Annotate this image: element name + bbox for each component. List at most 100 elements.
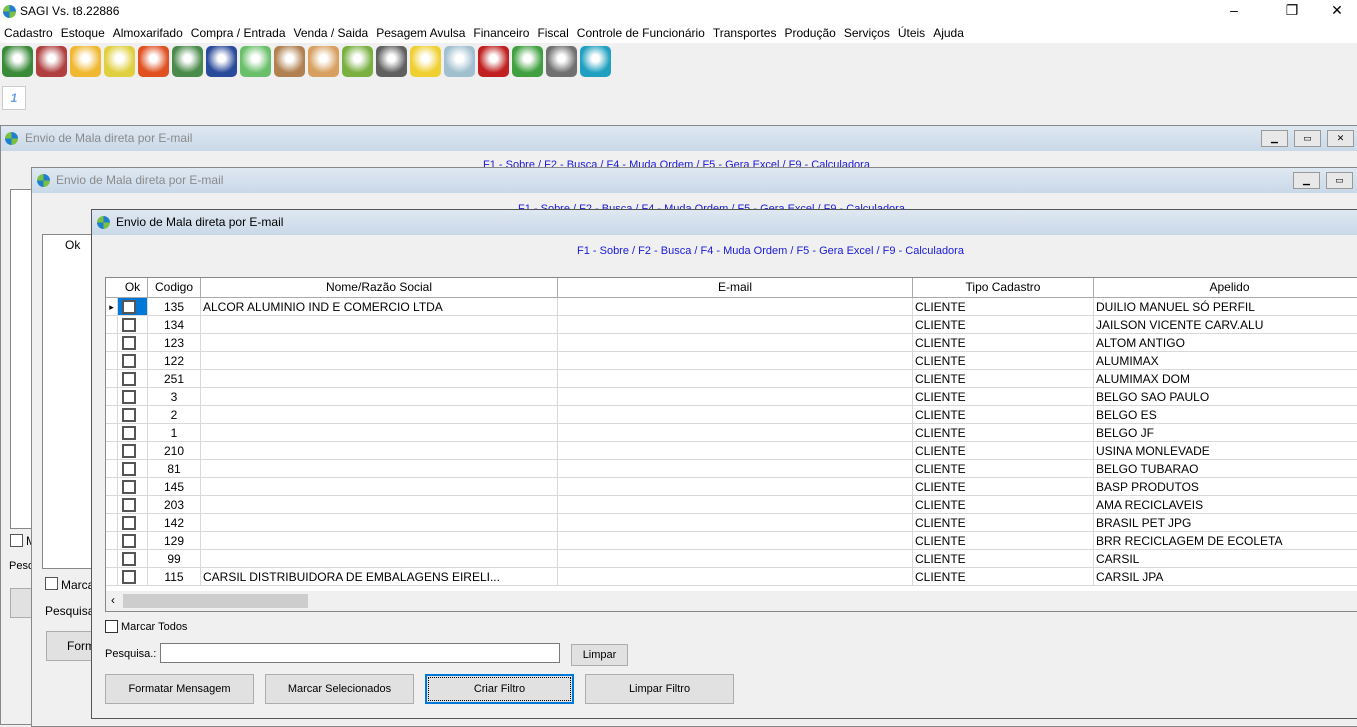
table-row[interactable]: 203 CLIENTE AMA RECICLAVEIS	[106, 496, 1357, 514]
client-icon[interactable]	[2, 46, 33, 77]
table-row[interactable]: 99 CLIENTE CARSIL	[106, 550, 1357, 568]
formatar-button[interactable]: Form	[46, 631, 96, 661]
menu-item[interactable]: Controle de Funcionário	[573, 24, 709, 43]
ok-cell[interactable]	[118, 298, 148, 316]
column-header[interactable]: Nome/Razão Social	[201, 278, 558, 298]
pesquisa-input[interactable]	[160, 643, 560, 663]
table-row[interactable]: 134 CLIENTE JAILSON VICENTE CARV.ALU	[106, 316, 1357, 334]
minimize-button[interactable]: –	[1219, 2, 1249, 18]
ok-cell[interactable]	[118, 352, 148, 370]
data-grid[interactable]: Ok Codigo Nome/Razão Social E-mail Tipo Cada…	[105, 277, 1357, 612]
menu-item[interactable]: Cadastro	[0, 24, 57, 43]
menu-item[interactable]: Venda / Saida	[290, 24, 373, 43]
close-button[interactable]: ✕	[1322, 2, 1352, 19]
ok-cell[interactable]	[118, 370, 148, 388]
table-row[interactable]: 1 CLIENTE BELGO JF	[106, 424, 1357, 442]
ok-cell[interactable]	[118, 568, 148, 586]
ok-cell[interactable]	[118, 424, 148, 442]
table-row[interactable]: 115 CARSIL DISTRIBUIDORA DE EMBALAGENS EI…	[106, 568, 1357, 586]
row-checkbox[interactable]	[122, 534, 136, 548]
row-checkbox[interactable]	[122, 462, 136, 476]
table-row[interactable]: 3 CLIENTE BELGO SAO PAULO	[106, 388, 1357, 406]
table-row[interactable]: 210 CLIENTE USINA MONLEVADE	[106, 442, 1357, 460]
truck-icon[interactable]	[138, 46, 169, 77]
ok-cell[interactable]	[118, 514, 148, 532]
menu-item[interactable]: Compra / Entrada	[187, 24, 290, 43]
clipboard-icon[interactable]	[274, 46, 305, 77]
menu-item[interactable]: Produção	[780, 24, 839, 43]
scrollbar-thumb[interactable]	[123, 594, 308, 608]
menu-item[interactable]: Úteis	[894, 24, 929, 43]
ok-cell[interactable]	[118, 550, 148, 568]
store-icon[interactable]	[104, 46, 135, 77]
maximize-button[interactable]: ❐	[1277, 2, 1307, 19]
close-button[interactable]: ✕	[1327, 130, 1354, 147]
window-title-bar[interactable]: Envio de Mala direta por E-mail ▁ ▭ ✕	[1, 126, 1357, 151]
menu-item[interactable]: Fiscal	[533, 24, 572, 43]
menu-item[interactable]: Transportes	[709, 24, 781, 43]
menu-item[interactable]: Almoxarifado	[109, 24, 187, 43]
tab-1[interactable]: 1	[2, 86, 26, 110]
column-header[interactable]: Codigo	[148, 278, 201, 298]
ok-cell[interactable]	[118, 334, 148, 352]
ok-cell[interactable]	[118, 406, 148, 424]
truck-green-icon[interactable]	[206, 46, 237, 77]
criar-filtro-button[interactable]: Criar Filtro	[425, 674, 574, 704]
row-checkbox[interactable]	[122, 498, 136, 512]
limpar-filtro-button[interactable]: Limpar Filtro	[585, 674, 734, 704]
globe-icon[interactable]	[410, 46, 441, 77]
formatar-mensagem-button[interactable]: Formatar Mensagem	[105, 674, 254, 704]
table-row[interactable]: 251 CLIENTE ALUMIMAX DOM	[106, 370, 1357, 388]
ok-cell[interactable]	[118, 460, 148, 478]
window-title-bar[interactable]: Envio de Mala direta por E-mail ▁ ▭	[32, 168, 1357, 193]
row-checkbox[interactable]	[122, 300, 136, 314]
row-checkbox[interactable]	[122, 516, 136, 530]
restore-button[interactable]: ▭	[1326, 172, 1353, 189]
documents-icon[interactable]	[444, 46, 475, 77]
marcar-todos-checkbox[interactable]	[10, 534, 23, 547]
marcar-todos-checkbox[interactable]	[45, 577, 58, 590]
money-icon[interactable]	[240, 46, 271, 77]
table-row[interactable]: 145 CLIENTE BASP PRODUTOS	[106, 478, 1357, 496]
row-checkbox[interactable]	[122, 336, 136, 350]
row-checkbox[interactable]	[122, 444, 136, 458]
row-checkbox[interactable]	[122, 408, 136, 422]
row-checkbox[interactable]	[122, 552, 136, 566]
row-checkbox[interactable]	[122, 318, 136, 332]
ok-cell[interactable]	[118, 442, 148, 460]
restore-button[interactable]: ▭	[1294, 130, 1321, 147]
row-checkbox[interactable]	[122, 570, 136, 584]
add-document-icon[interactable]	[342, 46, 373, 77]
column-header[interactable]: E-mail	[558, 278, 913, 298]
row-checkbox[interactable]	[122, 480, 136, 494]
marcar-todos-checkbox[interactable]	[105, 620, 118, 633]
gear-icon[interactable]	[376, 46, 407, 77]
table-row[interactable]: 123 CLIENTE ALTOM ANTIGO	[106, 334, 1357, 352]
ok-cell[interactable]	[118, 532, 148, 550]
table-row[interactable]: 122 CLIENTE ALUMIMAX	[106, 352, 1357, 370]
menu-item[interactable]: Serviços	[840, 24, 894, 43]
usb-icon[interactable]	[478, 46, 509, 77]
box-icon[interactable]	[70, 46, 101, 77]
exit-icon[interactable]	[580, 46, 611, 77]
marcar-selecionados-button[interactable]: Marcar Selecionados	[265, 674, 414, 704]
user-icon[interactable]	[36, 46, 67, 77]
calculator-icon[interactable]	[546, 46, 577, 77]
table-row[interactable]: 81 CLIENTE BELGO TUBARAO	[106, 460, 1357, 478]
limpar-button[interactable]: Limpar	[571, 644, 628, 666]
column-header[interactable]: Apelido	[1094, 278, 1357, 298]
ok-cell[interactable]	[118, 478, 148, 496]
minimize-button[interactable]: ▁	[1261, 130, 1288, 147]
table-row[interactable]: 142 CLIENTE BRASIL PET JPG	[106, 514, 1357, 532]
column-header[interactable]: Ok	[118, 278, 148, 298]
menu-item[interactable]: Ajuda	[929, 24, 968, 43]
column-header[interactable]: Tipo Cadastro	[913, 278, 1094, 298]
row-checkbox[interactable]	[122, 390, 136, 404]
ok-cell[interactable]	[118, 496, 148, 514]
table-row[interactable]: 2 CLIENTE BELGO ES	[106, 406, 1357, 424]
chart-icon[interactable]	[512, 46, 543, 77]
menu-item[interactable]: Financeiro	[469, 24, 533, 43]
minimize-button[interactable]: ▁	[1293, 172, 1320, 189]
table-row[interactable]: 129 CLIENTE BRR RECICLAGEM DE ECOLETA	[106, 532, 1357, 550]
trash-icon[interactable]	[172, 46, 203, 77]
